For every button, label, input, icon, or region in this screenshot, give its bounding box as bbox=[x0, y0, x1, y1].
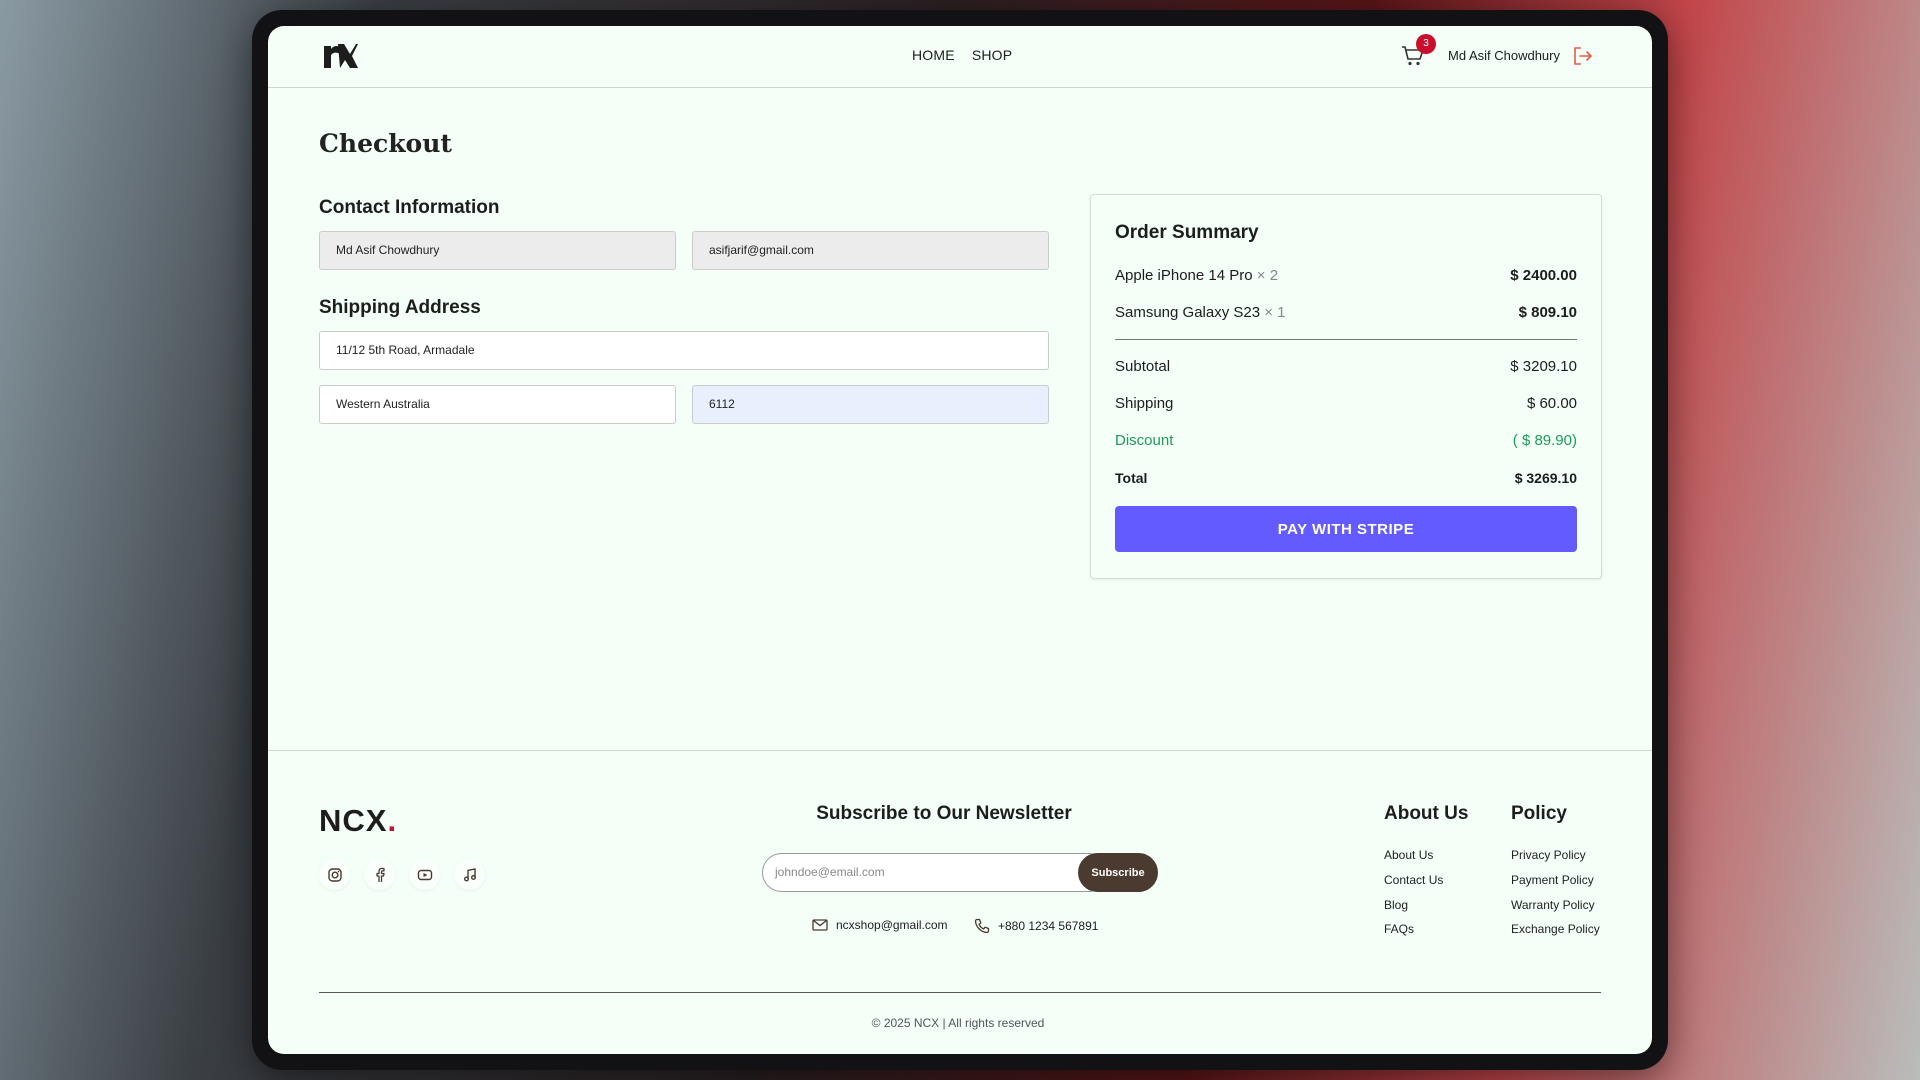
youtube-icon[interactable] bbox=[409, 859, 440, 890]
page-title: Checkout bbox=[319, 129, 452, 158]
footer-link-blog[interactable]: Blog bbox=[1384, 898, 1408, 912]
order-item-price: $ 809.10 bbox=[1518, 304, 1577, 321]
footer-link-warranty-policy[interactable]: Warranty Policy bbox=[1511, 898, 1595, 912]
postcode-field[interactable]: 6112 bbox=[692, 385, 1049, 424]
footer-link-faqs[interactable]: FAQs bbox=[1384, 922, 1414, 936]
subtotal-value: $ 3209.10 bbox=[1510, 358, 1577, 375]
site-header: HOME SHOP 3 Md Asif Chowdhury bbox=[268, 26, 1652, 88]
order-summary-card: Order Summary Apple iPhone 14 Pro × 2 $ … bbox=[1090, 194, 1602, 579]
total-label: Total bbox=[1115, 470, 1148, 486]
logout-icon[interactable] bbox=[1572, 45, 1594, 67]
discount-row: Discount ( $ 89.90) bbox=[1115, 432, 1577, 449]
phone-icon bbox=[974, 918, 990, 934]
summary-divider bbox=[1115, 339, 1577, 340]
copyright-text: © 2025 NCX | All rights reserved bbox=[871, 1016, 1045, 1030]
footer-link-payment-policy[interactable]: Payment Policy bbox=[1511, 873, 1594, 887]
discount-value: ( $ 89.90) bbox=[1512, 432, 1577, 449]
order-item-row: Apple iPhone 14 Pro × 2 $ 2400.00 bbox=[1115, 267, 1577, 284]
footer-divider bbox=[319, 992, 1601, 993]
footer-email[interactable]: ncxshop@gmail.com bbox=[812, 918, 948, 932]
shipping-row: Shipping $ 60.00 bbox=[1115, 395, 1577, 412]
site-footer: NCX. Subscribe to Our Newsletter johndoe… bbox=[268, 750, 1652, 1054]
footer-email-text: ncxshop@gmail.com bbox=[836, 918, 948, 932]
footer-link-privacy-policy[interactable]: Privacy Policy bbox=[1511, 848, 1586, 862]
order-summary-heading: Order Summary bbox=[1115, 222, 1259, 243]
order-item-price: $ 2400.00 bbox=[1510, 267, 1577, 284]
social-links bbox=[319, 859, 485, 890]
footer-link-about-us[interactable]: About Us bbox=[1384, 848, 1433, 862]
user-name[interactable]: Md Asif Chowdhury bbox=[1448, 48, 1560, 63]
total-value: $ 3269.10 bbox=[1514, 470, 1577, 486]
subtotal-label: Subtotal bbox=[1115, 358, 1171, 375]
pay-with-stripe-button[interactable]: PAY WITH STRIPE bbox=[1115, 506, 1577, 552]
policy-heading: Policy bbox=[1511, 803, 1567, 824]
order-item-row: Samsung Galaxy S23 × 1 $ 809.10 bbox=[1115, 304, 1577, 321]
order-item-name: Samsung Galaxy S23 bbox=[1115, 304, 1261, 321]
subtotal-row: Subtotal $ 3209.10 bbox=[1115, 358, 1577, 375]
shipping-address-heading: Shipping Address bbox=[319, 297, 481, 318]
cart-count-badge: 3 bbox=[1416, 34, 1436, 54]
shipping-value: $ 60.00 bbox=[1526, 395, 1577, 412]
facebook-icon[interactable] bbox=[364, 859, 395, 890]
email-field[interactable]: asifjarif@gmail.com bbox=[692, 231, 1049, 270]
discount-label: Discount bbox=[1115, 432, 1174, 449]
state-field[interactable]: Western Australia bbox=[319, 385, 676, 424]
footer-phone[interactable]: +880 1234 567891 bbox=[974, 918, 1098, 934]
subscribe-button[interactable]: Subscribe bbox=[1078, 853, 1158, 892]
nav-home-link[interactable]: HOME bbox=[912, 47, 955, 63]
name-field[interactable]: Md Asif Chowdhury bbox=[319, 231, 676, 270]
mail-icon bbox=[812, 919, 828, 931]
total-row: Total $ 3269.10 bbox=[1115, 470, 1577, 486]
about-us-heading: About Us bbox=[1384, 803, 1469, 824]
footer-link-contact-us[interactable]: Contact Us bbox=[1384, 873, 1443, 887]
browser-screen: HOME SHOP 3 Md Asif Chowdhury Checkout C… bbox=[268, 26, 1652, 1054]
order-item-name: Apple iPhone 14 Pro bbox=[1115, 267, 1253, 284]
contact-info-heading: Contact Information bbox=[319, 197, 500, 218]
newsletter-email-input[interactable]: johndoe@email.com bbox=[762, 853, 1092, 892]
order-item-qty: × 1 bbox=[1264, 304, 1286, 321]
tiktok-icon[interactable] bbox=[454, 859, 485, 890]
footer-link-exchange-policy[interactable]: Exchange Policy bbox=[1511, 922, 1600, 936]
shipping-label: Shipping bbox=[1115, 395, 1174, 412]
main-nav: HOME SHOP bbox=[912, 47, 1012, 63]
order-item-qty: × 2 bbox=[1256, 267, 1279, 284]
nav-shop-link[interactable]: SHOP bbox=[972, 47, 1012, 63]
instagram-icon[interactable] bbox=[319, 859, 350, 890]
address-field[interactable]: 11/12 5th Road, Armadale bbox=[319, 331, 1049, 370]
logo-icon[interactable] bbox=[322, 40, 358, 72]
footer-phone-text: +880 1234 567891 bbox=[998, 919, 1099, 933]
